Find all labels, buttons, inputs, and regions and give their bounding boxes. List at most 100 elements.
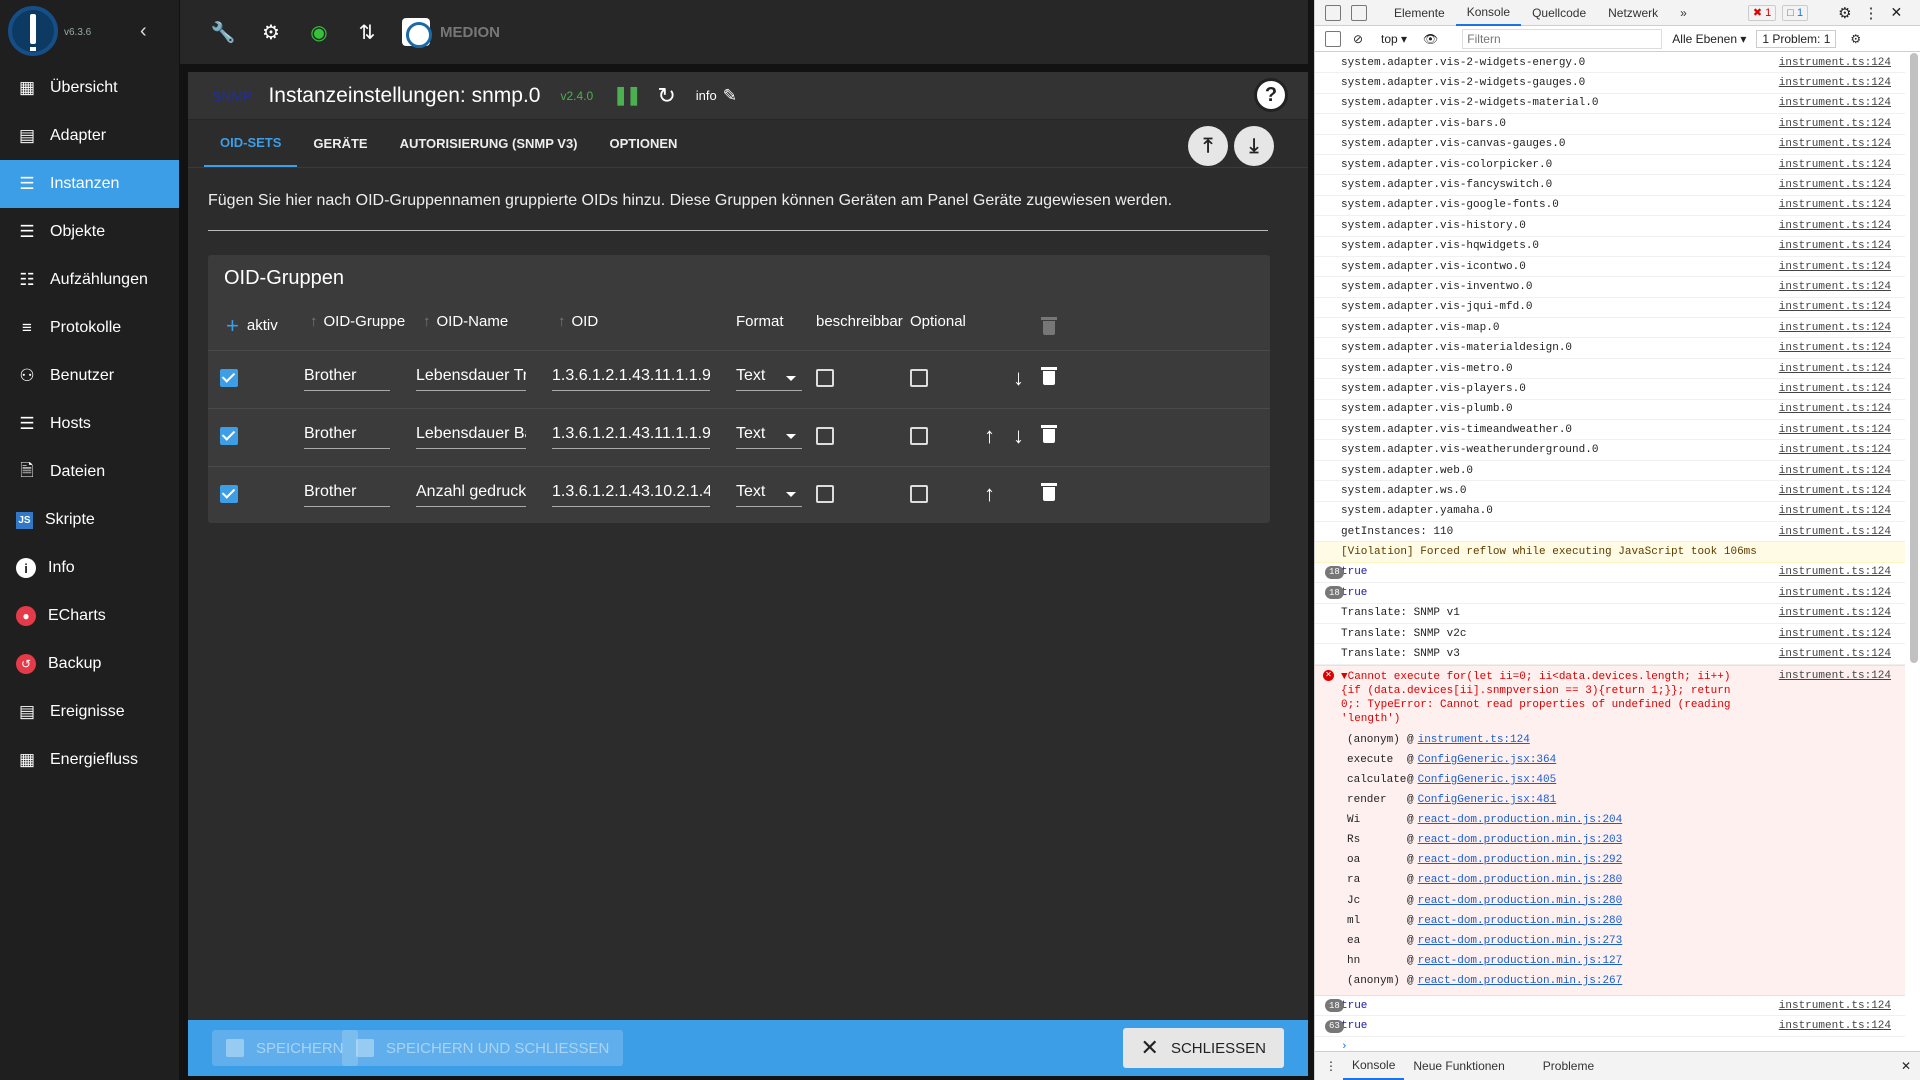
- move-up-icon[interactable]: ↑: [984, 423, 995, 449]
- log-source-link[interactable]: instrument.ts:124: [1779, 607, 1891, 619]
- console-scrollbar[interactable]: [1910, 53, 1918, 1051]
- optional-checkbox[interactable]: [910, 485, 928, 503]
- stack-location-link[interactable]: react-dom.production.min.js:204: [1418, 814, 1623, 826]
- log-source-link[interactable]: instrument.ts:124: [1779, 587, 1891, 599]
- inspect-icon[interactable]: [1325, 4, 1341, 21]
- error-count-badge[interactable]: ✖ 1: [1747, 4, 1777, 21]
- log-source-link[interactable]: instrument.ts:124: [1779, 670, 1891, 682]
- upload-icon[interactable]: ⤒: [1188, 126, 1228, 166]
- close-devtools-icon[interactable]: ✕: [1891, 4, 1903, 21]
- active-checkbox[interactable]: [220, 369, 238, 387]
- optional-checkbox[interactable]: [910, 427, 928, 445]
- stack-location-link[interactable]: react-dom.production.min.js:203: [1418, 834, 1623, 846]
- oid-name-input[interactable]: Lebensdauer Trommel: [416, 367, 526, 391]
- log-source-link[interactable]: instrument.ts:124: [1779, 261, 1891, 273]
- close-drawer-icon[interactable]: ✕: [1901, 1059, 1911, 1073]
- log-source-link[interactable]: instrument.ts:124: [1779, 628, 1891, 640]
- sidebar-item-echarts[interactable]: ● ECharts: [0, 592, 179, 640]
- log-source-link[interactable]: instrument.ts:124: [1779, 57, 1891, 69]
- log-source-link[interactable]: instrument.ts:124: [1779, 383, 1891, 395]
- stack-location-link[interactable]: react-dom.production.min.js:280: [1418, 915, 1623, 927]
- move-down-icon[interactable]: ↓: [1013, 365, 1024, 391]
- log-source-link[interactable]: instrument.ts:124: [1779, 1000, 1891, 1012]
- add-row-button[interactable]: + aktiv: [226, 313, 278, 339]
- clear-console-icon[interactable]: ⊘: [1353, 32, 1363, 46]
- sidebar-item-energiefluss[interactable]: ▦ Energiefluss: [0, 736, 179, 784]
- help-icon[interactable]: ?: [1254, 78, 1288, 112]
- sidebar-item-hosts[interactable]: ☰ Hosts: [0, 400, 179, 448]
- stack-location-link[interactable]: react-dom.production.min.js:127: [1418, 955, 1623, 967]
- log-source-link[interactable]: instrument.ts:124: [1779, 648, 1891, 660]
- wrench-icon[interactable]: 🔧: [210, 19, 236, 45]
- log-source-link[interactable]: instrument.ts:124: [1779, 485, 1891, 497]
- sidebar-item-benutzer[interactable]: ⚇ Benutzer: [0, 352, 179, 400]
- stack-location-link[interactable]: instrument.ts:124: [1418, 734, 1530, 746]
- log-source-link[interactable]: instrument.ts:124: [1779, 403, 1891, 415]
- message-count-badge[interactable]: □ 1: [1782, 4, 1809, 21]
- writable-checkbox[interactable]: [816, 369, 834, 387]
- expert-mode-icon[interactable]: ◉: [306, 19, 332, 45]
- error-text[interactable]: ▼Cannot execute for(let ii=0; ii<data.de…: [1315, 670, 1755, 726]
- log-source-link[interactable]: instrument.ts:124: [1779, 322, 1891, 334]
- tab-optionen[interactable]: OPTIONEN: [594, 120, 694, 167]
- gear-icon[interactable]: ⚙: [258, 19, 284, 45]
- log-source-link[interactable]: instrument.ts:124: [1779, 179, 1891, 191]
- drawer-tab-new-features[interactable]: Neue Funktionen: [1404, 1052, 1513, 1080]
- tab-autorisierung[interactable]: AUTORISIERUNG (SNMP V3): [384, 120, 594, 167]
- context-select[interactable]: top ▾: [1375, 32, 1413, 46]
- scrollbar-thumb[interactable]: [1910, 53, 1918, 663]
- stack-location-link[interactable]: react-dom.production.min.js:292: [1418, 854, 1623, 866]
- log-source-link[interactable]: instrument.ts:124: [1779, 342, 1891, 354]
- console-filter-input[interactable]: [1462, 28, 1663, 49]
- sidebar-item-backup[interactable]: ↺ Backup: [0, 640, 179, 688]
- stack-location-link[interactable]: ConfigGeneric.jsx:405: [1418, 774, 1557, 786]
- delete-icon[interactable]: [1041, 425, 1057, 443]
- header-oid[interactable]: ↑ OID: [558, 313, 598, 330]
- log-source-link[interactable]: instrument.ts:124: [1779, 505, 1891, 517]
- log-source-link[interactable]: instrument.ts:124: [1779, 138, 1891, 150]
- drawer-tab-console[interactable]: Konsole: [1343, 1052, 1405, 1080]
- stack-location-link[interactable]: react-dom.production.min.js:280: [1418, 895, 1623, 907]
- delete-icon[interactable]: [1041, 483, 1057, 501]
- oid-name-input[interactable]: Anzahl gedruckter: [416, 483, 526, 507]
- format-select[interactable]: Text: [736, 483, 802, 507]
- log-source-link[interactable]: instrument.ts:124: [1779, 77, 1891, 89]
- sidebar-item-instanzen[interactable]: ☰ Instanzen: [0, 160, 179, 208]
- sidebar-item-protokolle[interactable]: ≡ Protokolle: [0, 304, 179, 352]
- device-toolbar-icon[interactable]: [1351, 4, 1367, 21]
- log-source-link[interactable]: instrument.ts:124: [1779, 301, 1891, 313]
- tab-geraete[interactable]: GERÄTE: [297, 120, 383, 167]
- log-levels-select[interactable]: Alle Ebenen ▾: [1672, 32, 1746, 46]
- oid-input[interactable]: 1.3.6.1.2.1.43.11.1.1.9.1.6: [552, 425, 710, 449]
- stack-location-link[interactable]: react-dom.production.min.js:267: [1418, 975, 1623, 987]
- log-source-link[interactable]: instrument.ts:124: [1779, 1020, 1891, 1032]
- oid-input[interactable]: 1.3.6.1.2.1.43.11.1.1.9.1.7: [552, 367, 710, 391]
- optional-checkbox[interactable]: [910, 369, 928, 387]
- more-tabs-icon[interactable]: »: [1669, 0, 1698, 26]
- settings-gear-icon[interactable]: ⚙: [1838, 4, 1851, 22]
- eye-icon[interactable]: 👁: [1423, 32, 1438, 46]
- drawer-menu-icon[interactable]: ⋮: [1325, 1059, 1337, 1073]
- console-settings-gear-icon[interactable]: ⚙: [1850, 32, 1861, 46]
- problems-button[interactable]: 1 Problem: 1: [1756, 29, 1837, 48]
- iobroker-logo[interactable]: [8, 6, 58, 56]
- oid-group-input[interactable]: Brother: [304, 367, 390, 391]
- sidebar-item-ereignisse[interactable]: ▤ Ereignisse: [0, 688, 179, 736]
- oid-group-input[interactable]: Brother: [304, 483, 390, 507]
- sidebar-toggle-icon[interactable]: [1325, 30, 1341, 47]
- header-oid-name[interactable]: ↑ OID-Name: [423, 313, 508, 330]
- kebab-menu-icon[interactable]: ⋮: [1864, 4, 1879, 22]
- sidebar-item-dateien[interactable]: 🗎 Dateien: [0, 448, 179, 496]
- sidebar-item-adapter[interactable]: ▤ Adapter: [0, 112, 179, 160]
- log-source-link[interactable]: instrument.ts:124: [1779, 424, 1891, 436]
- move-down-icon[interactable]: ↓: [1013, 423, 1024, 449]
- oid-group-input[interactable]: Brother: [304, 425, 390, 449]
- writable-checkbox[interactable]: [816, 485, 834, 503]
- close-button[interactable]: ✕ Schließen: [1122, 1028, 1284, 1068]
- log-source-link[interactable]: instrument.ts:124: [1779, 159, 1891, 171]
- restart-icon[interactable]: ⇅: [354, 19, 380, 45]
- stack-location-link[interactable]: react-dom.production.min.js:273: [1418, 935, 1623, 947]
- reload-icon[interactable]: ↻: [657, 83, 675, 109]
- sidebar-item-info[interactable]: i Info: [0, 544, 179, 592]
- log-source-link[interactable]: instrument.ts:124: [1779, 566, 1891, 578]
